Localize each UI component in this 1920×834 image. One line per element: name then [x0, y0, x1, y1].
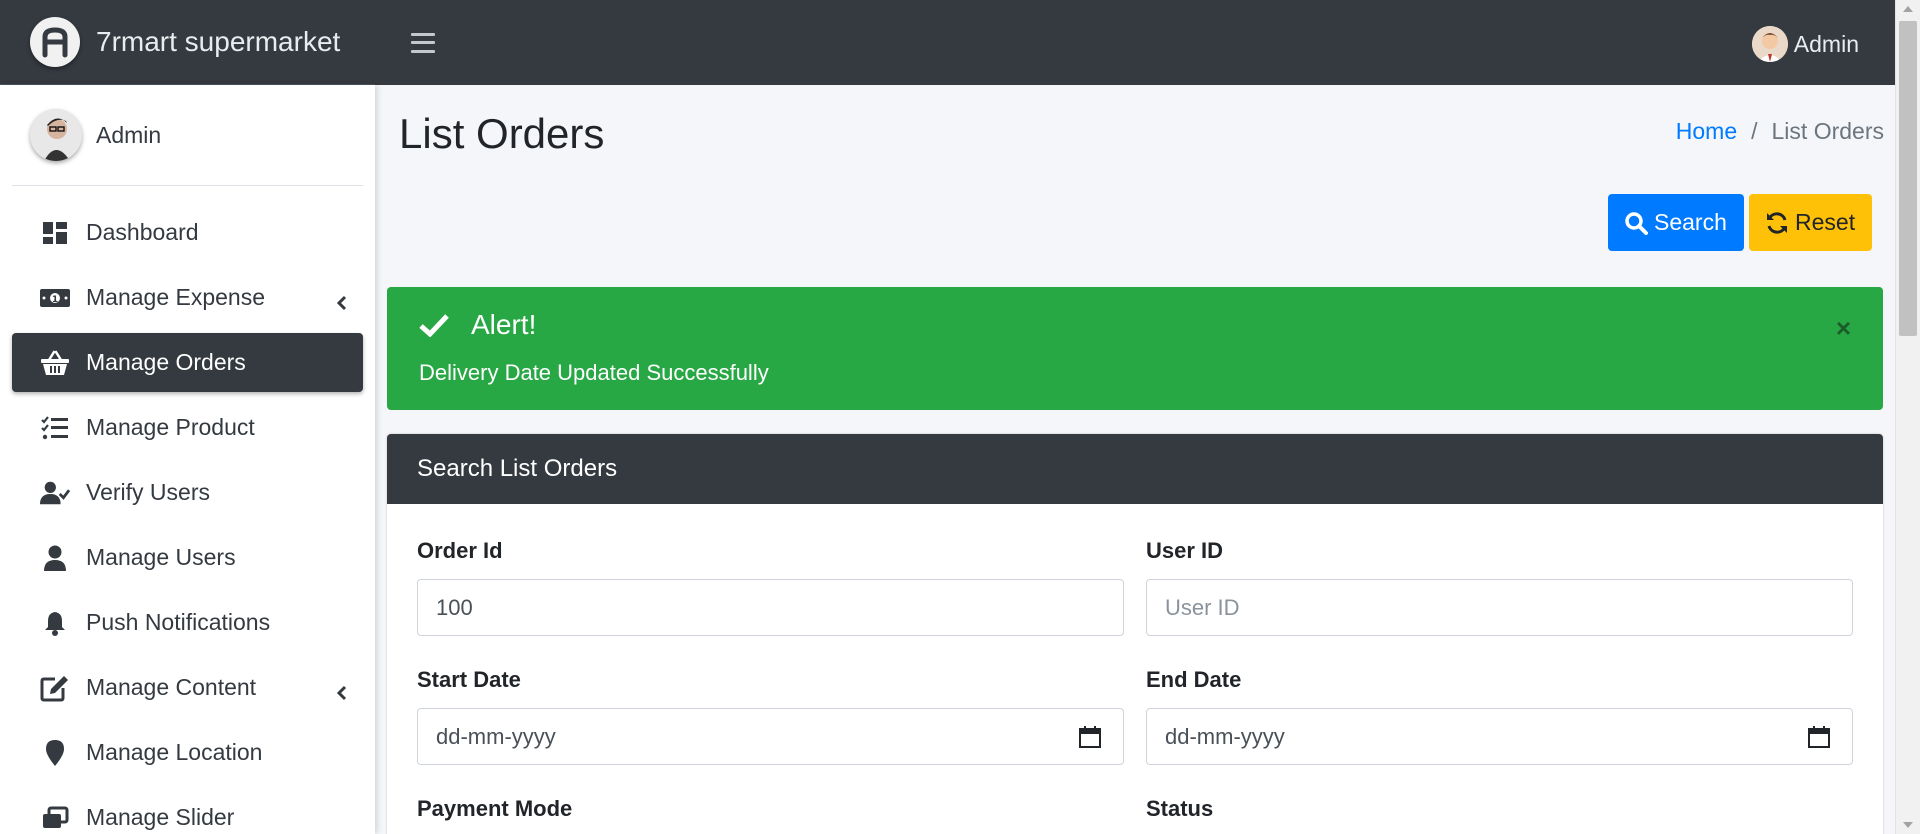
- check-icon: [419, 314, 449, 337]
- sidebar-user-panel[interactable]: Admin: [12, 85, 363, 186]
- map-marker-icon: [40, 738, 70, 768]
- breadcrumb: Home / List Orders: [1676, 118, 1884, 145]
- sidebar-item-push-notifications[interactable]: Push Notifications: [12, 593, 363, 652]
- alert-title: Alert!: [471, 309, 537, 340]
- status-label: Status: [1146, 796, 1214, 821]
- chevron-left-icon: [336, 290, 347, 317]
- sidebar-item-manage-location[interactable]: Manage Location: [12, 723, 363, 782]
- breadcrumb-current: List Orders: [1771, 118, 1884, 144]
- close-icon[interactable]: ×: [1836, 313, 1851, 344]
- sidebar-item-manage-product[interactable]: Manage Product: [12, 398, 363, 457]
- sidebar-item-manage-users[interactable]: Manage Users: [12, 528, 363, 587]
- sidebar-item-label: Manage Slider: [86, 804, 235, 830]
- money-bill-icon: 1: [40, 283, 70, 313]
- bell-icon: [40, 608, 70, 638]
- order-id-input[interactable]: 100: [417, 579, 1124, 636]
- sidebar-item-manage-expense[interactable]: 1 Manage Expense: [12, 268, 363, 327]
- start-date-input[interactable]: dd-mm-yyyy: [417, 708, 1124, 765]
- search-card: Search List Orders Order Id 100 User ID …: [387, 434, 1883, 834]
- dashboard-icon: [40, 218, 70, 248]
- user-menu[interactable]: Admin: [1751, 26, 1859, 62]
- sidebar-item-label: Manage Users: [86, 544, 236, 570]
- scroll-down-icon[interactable]: [1903, 822, 1913, 828]
- sidebar-item-label: Manage Content: [86, 674, 257, 700]
- sidebar-item-manage-content[interactable]: Manage Content: [12, 658, 363, 717]
- page-scrollbar[interactable]: [1895, 0, 1920, 834]
- edit-icon: [40, 673, 70, 703]
- search-button[interactable]: Search: [1608, 194, 1744, 251]
- sidebar-item-label: Manage Product: [86, 414, 255, 440]
- alert-heading: Alert!: [419, 309, 536, 341]
- brand-name: 7rmart supermarket: [96, 26, 341, 57]
- start-date-placeholder: dd-mm-yyyy: [436, 723, 556, 749]
- order-id-label: Order Id: [417, 538, 503, 563]
- sidebar-user-name: Admin: [96, 121, 162, 148]
- sidebar-item-label: Push Notifications: [86, 609, 271, 635]
- sidebar-item-label: Verify Users: [86, 479, 210, 505]
- scrollbar-thumb[interactable]: [1899, 21, 1917, 336]
- user-name: Admin: [1793, 30, 1859, 57]
- sidebar-item-manage-slider[interactable]: Manage Slider: [12, 788, 363, 834]
- top-navbar: Admin: [375, 0, 1895, 85]
- calendar-icon[interactable]: [1079, 726, 1101, 754]
- main-content: List Orders Home / List Orders Search Re…: [375, 85, 1895, 834]
- breadcrumb-separator: /: [1751, 118, 1758, 144]
- reset-button[interactable]: Reset: [1749, 194, 1872, 251]
- payment-mode-label: Payment Mode: [417, 796, 573, 821]
- sidebar-item-label: Manage Orders: [86, 349, 246, 375]
- svg-text:1: 1: [52, 295, 58, 305]
- card-title: Search List Orders: [387, 434, 1883, 504]
- end-date-placeholder: dd-mm-yyyy: [1165, 723, 1285, 749]
- user-id-input[interactable]: User ID: [1146, 579, 1853, 636]
- avatar: [1751, 26, 1788, 62]
- sidebar: Admin Dashboard 1 Manage Expense Manage …: [0, 85, 375, 834]
- slider-icon: [40, 803, 70, 833]
- sidebar-item-label: Manage Expense: [86, 284, 266, 310]
- user-check-icon: [40, 478, 70, 508]
- user-id-label: User ID: [1146, 538, 1224, 563]
- reset-button-label: Reset: [1795, 209, 1856, 235]
- page-title: List Orders: [399, 110, 605, 157]
- start-date-label: Start Date: [417, 667, 521, 692]
- scroll-up-icon[interactable]: [1903, 6, 1913, 12]
- end-date-label: End Date: [1146, 667, 1242, 692]
- sidebar-item-label: Dashboard: [86, 219, 199, 245]
- sidebar-menu: Dashboard 1 Manage Expense Manage Orders…: [0, 203, 375, 834]
- avatar: [30, 109, 82, 161]
- user-icon: [40, 543, 70, 573]
- tasks-icon: [40, 413, 70, 443]
- search-button-label: Search: [1654, 209, 1727, 235]
- basket-icon: [40, 348, 70, 378]
- brand-logo-icon: [30, 17, 80, 67]
- chevron-left-icon: [336, 680, 347, 707]
- hamburger-icon[interactable]: [411, 32, 435, 53]
- search-icon: [1625, 211, 1648, 235]
- sidebar-item-dashboard[interactable]: Dashboard: [12, 203, 363, 262]
- alert-message: Delivery Date Updated Successfully: [419, 360, 769, 385]
- sidebar-item-label: Manage Location: [86, 739, 263, 765]
- breadcrumb-home-link[interactable]: Home: [1676, 118, 1737, 145]
- sidebar-item-manage-orders[interactable]: Manage Orders: [12, 333, 363, 392]
- sidebar-item-verify-users[interactable]: Verify Users: [12, 463, 363, 522]
- end-date-input[interactable]: dd-mm-yyyy: [1146, 708, 1853, 765]
- sync-icon: [1767, 211, 1787, 234]
- brand-link[interactable]: 7rmart supermarket: [0, 0, 375, 85]
- success-alert: Alert! Delivery Date Updated Successfull…: [387, 287, 1883, 410]
- calendar-icon[interactable]: [1808, 726, 1830, 754]
